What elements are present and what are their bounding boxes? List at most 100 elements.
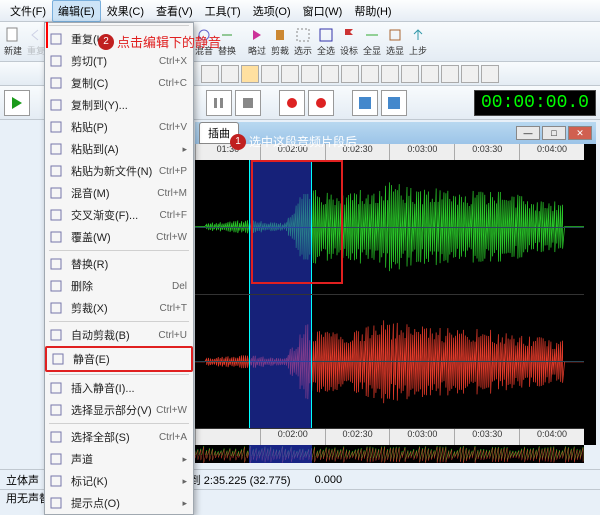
annotation-redbox [251,160,343,284]
menu-effect[interactable]: 效果(C) [101,0,150,22]
tool-btn[interactable] [241,65,259,83]
tool-btn[interactable] [341,65,359,83]
tool-btn[interactable] [281,65,299,83]
menu-item-pastenew[interactable]: 粘贴为新文件(N)Ctrl+P [45,160,193,182]
menu-options[interactable]: 选项(O) [247,0,297,22]
cursor-pos: 0.000 [315,474,343,486]
new-button[interactable]: 新建 [2,26,24,58]
shortcut-label: Ctrl+W [156,405,187,416]
zoom-full-icon [364,27,380,43]
menu-item-delete[interactable]: 删除 Del [45,275,193,297]
menu-item-pasteto[interactable]: 粘贴到(A) [45,138,193,160]
trim-button[interactable]: 剪裁 [269,26,291,58]
undo-icon [49,32,63,46]
menu-edit[interactable]: 编辑(E) [52,0,101,22]
menu-item-marker[interactable]: 标记(K) [45,470,193,492]
menu-view[interactable]: 查看(V) [150,0,199,22]
record-pause-button[interactable] [308,90,334,116]
menu-item-cut[interactable]: 剪切(T)Ctrl+X [45,50,193,72]
menu-tools[interactable]: 工具(T) [199,0,247,22]
menu-item-label: 选择显示部分(V) [71,402,152,418]
stop-button[interactable] [235,90,261,116]
menu-item-label: 插入静音(I)... [71,380,135,396]
annotation-arrow [46,22,48,48]
menu-item-label: 复制(C) [71,75,108,91]
shortcut-label: Del [172,281,187,292]
copy-icon [49,76,63,90]
play-icon [9,95,25,111]
undo-icon [28,27,44,43]
menu-item-label: 删除 [71,278,93,294]
pause-button[interactable] [206,90,232,116]
tool-btn[interactable] [261,65,279,83]
menu-item-mix[interactable]: 混音(M)Ctrl+M [45,182,193,204]
tool-btn[interactable] [301,65,319,83]
menu-item-label: 粘贴(P) [71,119,108,135]
overview-strip[interactable] [195,445,584,463]
annotation-2: 2 点击编辑下的静音 [98,32,221,51]
tool-btn[interactable] [321,65,339,83]
menu-item-insertsilence[interactable]: 插入静音(I)... [45,377,193,399]
menu-item-label: 剪切(T) [71,53,107,69]
record-button[interactable] [279,90,305,116]
shortcut-label: Ctrl+P [159,166,187,177]
record-icon [285,96,299,110]
showall-button[interactable]: 全显 [361,26,383,58]
meter-button[interactable] [352,90,378,116]
shortcut-label: Ctrl+W [156,232,187,243]
menu-item-autotrim[interactable]: 自动剪裁(B)Ctrl+U [45,324,193,346]
marker-button[interactable]: 设标 [338,26,360,58]
menu-item-channel[interactable]: 声道 [45,448,193,470]
menu-item-selshow[interactable]: 选择显示部分(V) Ctrl+W [45,399,193,421]
play-button[interactable] [4,90,30,116]
menu-item-label: 选择全部(S) [71,429,130,445]
menu-item-crossfade[interactable]: 交叉渐变(F)...Ctrl+F [45,204,193,226]
menu-item-selall[interactable]: 选择全部(S)Ctrl+A [45,426,193,448]
menu-window[interactable]: 窗口(W) [297,0,349,22]
menu-item-overlay[interactable]: 覆盖(W)Ctrl+W [45,226,193,248]
tool-btn[interactable] [361,65,379,83]
menu-item-mute[interactable]: 静音(E) [45,346,193,372]
annotation-1: 1 选中这段音频片段后 [230,133,357,150]
tool-btn[interactable] [421,65,439,83]
menu-item-copy[interactable]: 复制(C) Ctrl+C [45,72,193,94]
tool-btn[interactable] [461,65,479,83]
tool-btn[interactable] [381,65,399,83]
menu-file[interactable]: 文件(F) [4,0,52,22]
zoomsel-button[interactable]: 选显 [384,26,406,58]
time-ruler-bottom[interactable]: 0:02:000:02:300:03:000:03:300:04:00 [195,429,584,445]
tool-btn[interactable] [441,65,459,83]
meter-icon [358,96,372,110]
maximize-button[interactable]: □ [542,126,566,140]
overview-selection[interactable] [249,445,311,463]
tool-btn[interactable] [221,65,239,83]
overlay-icon [49,230,63,244]
tool-btn[interactable] [201,65,219,83]
track-right[interactable] [195,295,584,430]
tool-btn[interactable] [401,65,419,83]
meter2-button[interactable] [381,90,407,116]
tick: 0:03:00 [389,429,454,445]
copyto-icon [49,98,63,112]
menu-item-cue[interactable]: 提示点(O) [45,492,193,514]
selshow-button[interactable]: 选示 [292,26,314,58]
minimize-button[interactable]: — [516,126,540,140]
skip-button[interactable]: 略过 [246,26,268,58]
menu-item-label: 标记(K) [71,473,108,489]
menu-item-paste[interactable]: 粘贴(P)Ctrl+V [45,116,193,138]
arrow-up-icon [410,27,426,43]
waveform-editor[interactable]: 01:300:02:000:02:300:03:000:03:300:04:00… [195,144,596,445]
dashbox-icon [295,27,311,43]
shortcut-label: Ctrl+C [158,78,187,89]
close-button[interactable]: ✕ [568,126,592,140]
menu-item-trim[interactable]: 剪裁(X)Ctrl+T [45,297,193,319]
stepup-button[interactable]: 上步 [407,26,429,58]
selection-region[interactable] [249,295,311,429]
menu-item-replace[interactable]: 替换(R) [45,253,193,275]
menu-item-label: 交叉渐变(F)... [71,207,138,223]
menu-help[interactable]: 帮助(H) [348,0,397,22]
tick: 0:02:30 [325,429,390,445]
tool-btn[interactable] [481,65,499,83]
selall-button[interactable]: 全选 [315,26,337,58]
menu-item-copyto[interactable]: 复制到(Y)... [45,94,193,116]
